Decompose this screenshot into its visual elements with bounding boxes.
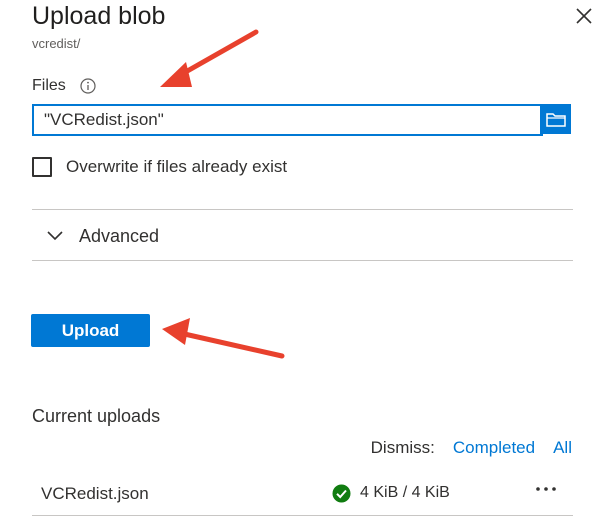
overwrite-label: Overwrite if files already exist	[66, 157, 288, 176]
dismiss-controls: Dismiss: Completed All	[371, 438, 572, 458]
files-input[interactable]: "VCRedist.json"	[32, 104, 543, 136]
current-uploads-heading: Current uploads	[32, 406, 161, 426]
files-label-text: Files	[32, 77, 66, 94]
divider	[32, 515, 573, 516]
folder-icon	[545, 113, 566, 127]
divider	[32, 209, 573, 210]
dismiss-label: Dismiss:	[370, 438, 435, 457]
upload-list-item: VCRedist.json 4 KiB / 4 KiB	[32, 474, 573, 514]
browse-files-button[interactable]	[540, 104, 571, 134]
files-label: Files	[32, 77, 96, 95]
upload-filename: VCRedist.json	[41, 484, 149, 503]
chevron-down-icon	[47, 231, 63, 241]
checkmark-circle-icon	[332, 484, 351, 503]
panel-subtitle: vcredist/	[32, 36, 81, 51]
close-icon	[576, 8, 592, 24]
advanced-label: Advanced	[79, 225, 160, 246]
upload-blob-panel: Upload blob vcredist/ Files "VCRedist.js…	[0, 0, 600, 529]
panel-title: Upload blob	[32, 2, 166, 30]
overwrite-checkbox[interactable]	[32, 157, 52, 177]
divider	[32, 260, 573, 261]
upload-button[interactable]: Upload	[31, 314, 150, 347]
dismiss-all-link[interactable]: All	[553, 438, 572, 458]
overwrite-option[interactable]: Overwrite if files already exist	[32, 157, 287, 177]
info-icon[interactable]	[80, 78, 96, 94]
dismiss-completed-link[interactable]: Completed	[453, 438, 535, 458]
upload-status: 4 KiB / 4 KiB	[360, 484, 450, 501]
advanced-section-toggle[interactable]: Advanced	[32, 212, 573, 260]
close-button[interactable]	[573, 5, 595, 27]
more-options-button[interactable]	[534, 477, 558, 507]
more-icon	[536, 487, 556, 491]
